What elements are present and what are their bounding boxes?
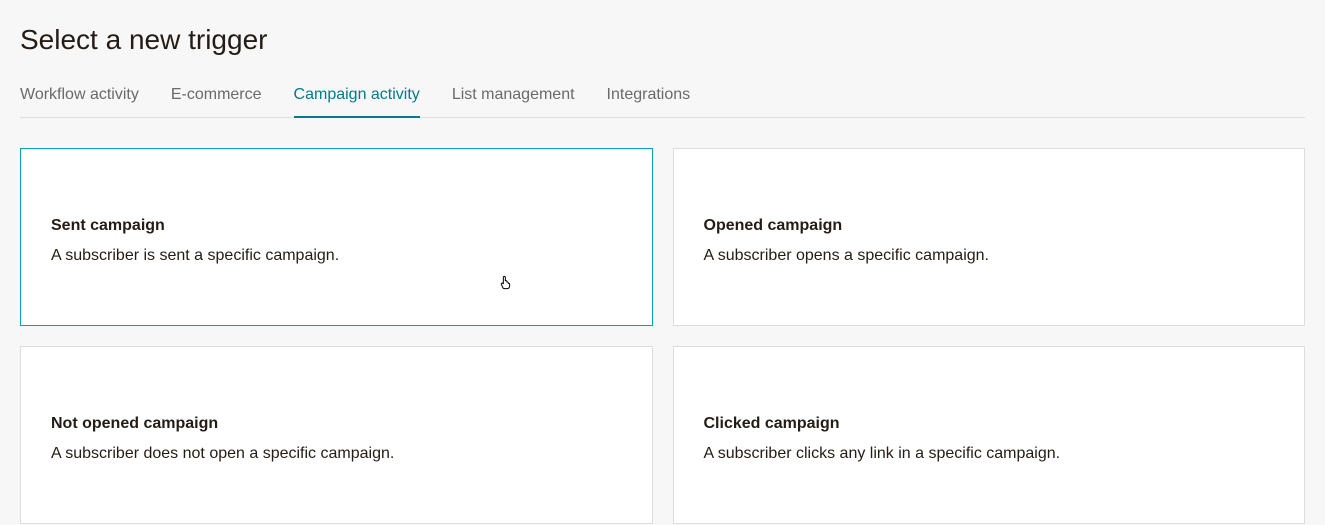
card-description: A subscriber is sent a specific campaign… — [51, 245, 622, 267]
tab-campaign-activity[interactable]: Campaign activity — [294, 86, 420, 118]
card-title: Clicked campaign — [704, 415, 1275, 433]
card-clicked-campaign[interactable]: Clicked campaign A subscriber clicks any… — [673, 346, 1306, 524]
card-opened-campaign[interactable]: Opened campaign A subscriber opens a spe… — [673, 148, 1306, 326]
card-sent-campaign[interactable]: Sent campaign A subscriber is sent a spe… — [20, 148, 653, 326]
tab-e-commerce[interactable]: E-commerce — [171, 86, 262, 118]
tab-workflow-activity[interactable]: Workflow activity — [20, 86, 139, 118]
card-title: Opened campaign — [704, 217, 1275, 235]
card-title: Not opened campaign — [51, 415, 622, 433]
card-not-opened-campaign[interactable]: Not opened campaign A subscriber does no… — [20, 346, 653, 524]
page-title: Select a new trigger — [20, 24, 1305, 56]
card-description: A subscriber opens a specific campaign. — [704, 245, 1275, 267]
tabs-container: Workflow activity E-commerce Campaign ac… — [20, 86, 1305, 118]
tab-integrations[interactable]: Integrations — [607, 86, 691, 118]
card-description: A subscriber does not open a specific ca… — [51, 443, 622, 465]
tab-list-management[interactable]: List management — [452, 86, 575, 118]
card-title: Sent campaign — [51, 217, 622, 235]
card-description: A subscriber clicks any link in a specif… — [704, 443, 1275, 465]
cards-grid: Sent campaign A subscriber is sent a spe… — [20, 148, 1305, 524]
